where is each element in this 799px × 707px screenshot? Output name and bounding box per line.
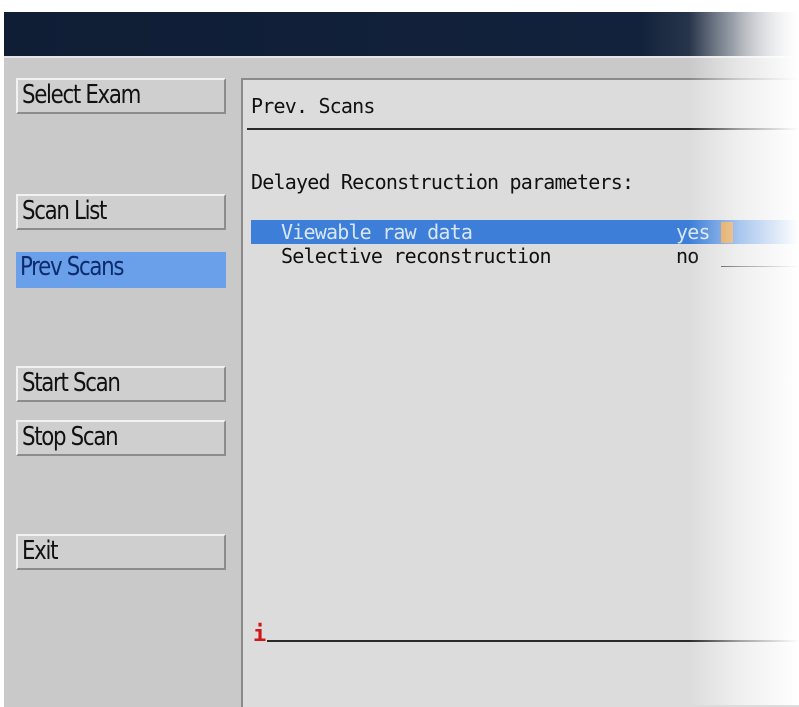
exit-label: Exit xyxy=(22,536,58,566)
param-label: Selective reconstruction xyxy=(281,244,552,268)
start-scan-label: Start Scan xyxy=(22,368,121,398)
param-row-viewable-raw-data[interactable]: Viewable raw data yes xyxy=(251,220,799,244)
exit-button[interactable]: Exit xyxy=(16,534,226,570)
value-field-underline xyxy=(721,266,799,267)
title-divider xyxy=(247,128,799,130)
scan-list-label: Scan List xyxy=(22,196,107,226)
scanner-console: Select Exam Scan List Prev Scans Start S… xyxy=(4,56,799,707)
panel-title: Prev. Scans xyxy=(251,94,375,118)
stop-scan-label: Stop Scan xyxy=(22,422,119,452)
text-cursor xyxy=(721,222,733,243)
info-icon: i xyxy=(253,622,267,647)
window-title-bar xyxy=(4,12,799,56)
select-exam-label: Select Exam xyxy=(22,80,141,110)
prev-scans-panel: Prev. Scans Delayed Reconstruction param… xyxy=(241,78,799,707)
scan-list-button[interactable]: Scan List xyxy=(16,194,226,230)
prev-scans-button[interactable]: Prev Scans xyxy=(16,252,226,288)
start-scan-button[interactable]: Start Scan xyxy=(16,366,226,402)
message-line xyxy=(267,640,799,642)
param-row-selective-reconstruction[interactable]: Selective reconstruction no xyxy=(251,244,799,268)
stop-scan-button[interactable]: Stop Scan xyxy=(16,420,226,456)
param-label: Viewable raw data xyxy=(281,220,473,244)
param-value[interactable]: yes xyxy=(676,220,711,244)
param-value[interactable]: no xyxy=(676,244,699,268)
section-title: Delayed Reconstruction parameters: xyxy=(251,170,634,194)
select-exam-button[interactable]: Select Exam xyxy=(16,78,226,114)
prev-scans-label: Prev Scans xyxy=(20,252,124,282)
